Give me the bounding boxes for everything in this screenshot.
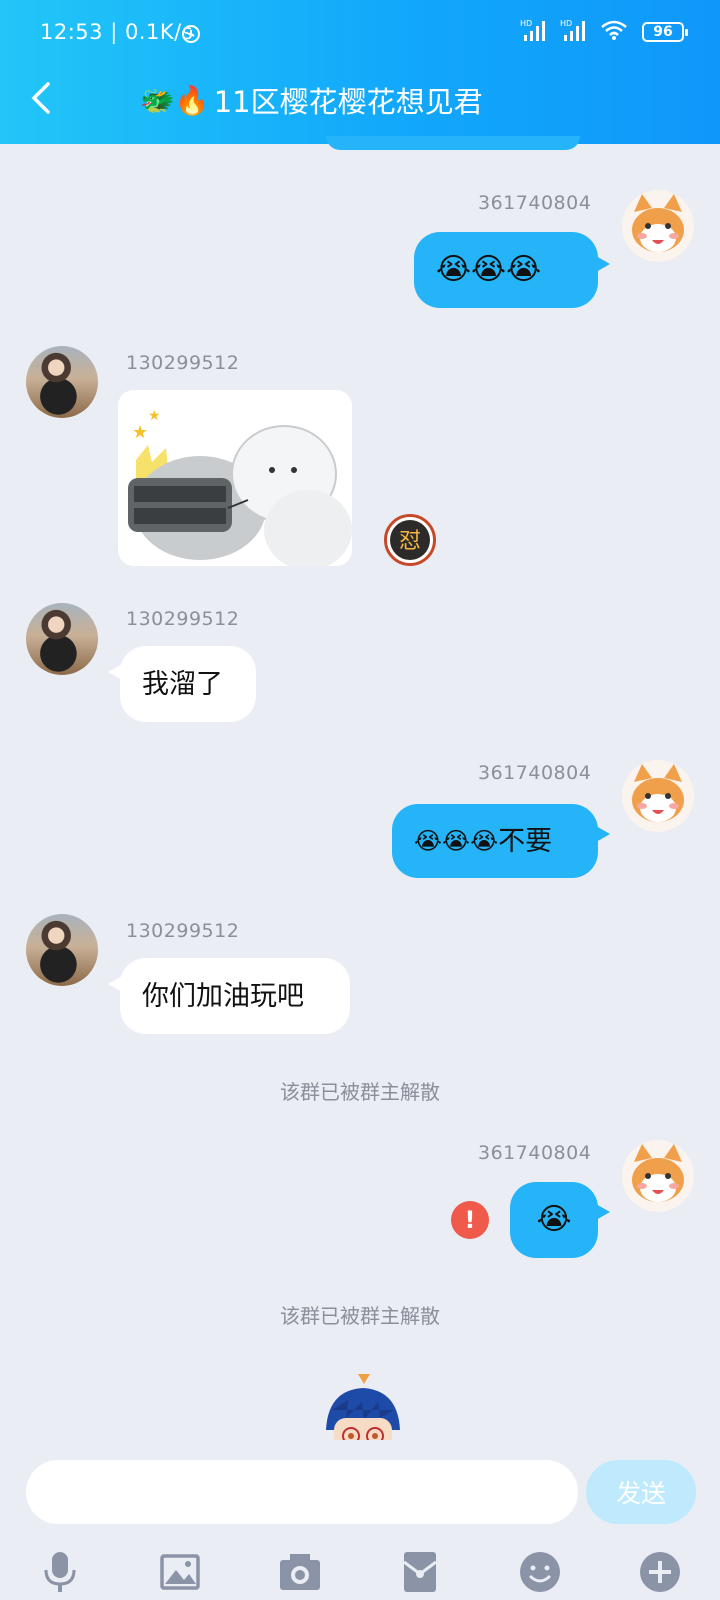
svg-text:★: ★ [148, 408, 161, 424]
title-emoji: 🐲🔥 [140, 83, 210, 117]
emoji-button[interactable] [516, 1548, 564, 1596]
bubble-tail [596, 826, 610, 842]
status-bar: 12:53 | 0.1K/s HD HD 96 [0, 14, 720, 52]
partial-bubble [326, 136, 580, 150]
wifi-icon [601, 20, 627, 40]
input-area: 发送 [0, 1440, 720, 1600]
avatar[interactable] [26, 603, 98, 675]
more-button[interactable] [636, 1548, 684, 1596]
badge-text: 怼 [399, 529, 421, 554]
send-failed-icon[interactable]: ! [451, 1201, 489, 1239]
signal-icon: HD [520, 19, 545, 41]
svg-text:HD: HD [520, 19, 532, 28]
avatar[interactable] [26, 346, 98, 418]
camera-button[interactable] [276, 1548, 324, 1596]
microphone-icon [44, 1552, 76, 1592]
message-bubble[interactable]: 你们加油玩吧 [120, 958, 350, 1034]
reaction-badge-icon: 怼 [384, 514, 436, 566]
image-icon [160, 1554, 200, 1590]
avatar[interactable] [622, 1140, 694, 1212]
bubble-tail [596, 1204, 610, 1220]
input-toolbar [0, 1548, 720, 1600]
sender-id: 361740804 [478, 192, 592, 214]
red-packet-icon [403, 1552, 437, 1592]
message-emoji: 😭😭😭 [414, 827, 499, 855]
status-time: 12:53 | 0.1K/s [40, 20, 194, 44]
sender-id: 130299512 [126, 608, 240, 630]
group-name: 11区樱花樱花想见君 [213, 85, 483, 119]
shiba-avatar-icon [632, 194, 684, 252]
sender-id: 361740804 [478, 1142, 592, 1164]
battery-indicator: 96 [642, 22, 688, 42]
image-button[interactable] [156, 1548, 204, 1596]
message-text: 不要 [498, 825, 553, 857]
sender-id: 361740804 [478, 762, 592, 784]
message-bubble[interactable]: 😭 [510, 1182, 598, 1258]
bubble-tail [596, 256, 610, 272]
message-input[interactable] [26, 1460, 578, 1524]
avatar[interactable] [622, 760, 694, 832]
system-note: 该群已被群主解散 [280, 1080, 440, 1104]
voice-button[interactable] [36, 1548, 84, 1596]
sender-id: 130299512 [126, 920, 240, 942]
chat-header: 12:53 | 0.1K/s HD HD 96 🐲🔥 11区樱花樱花想见君 [0, 0, 720, 144]
chevron-left-icon [31, 82, 50, 114]
sticker-illustration: ★★ [118, 390, 352, 566]
send-button[interactable]: 发送 [586, 1460, 696, 1524]
message-text: 我溜了 [142, 668, 223, 700]
message-text: 😭 [536, 1202, 572, 1237]
alarm-icon [182, 25, 200, 43]
chat-title: 🐲🔥 11区樱花樱花想见君 [140, 78, 483, 122]
shiba-avatar-icon [632, 1144, 684, 1202]
svg-text:★: ★ [132, 422, 148, 443]
plus-icon [640, 1552, 680, 1592]
camera-icon [280, 1554, 320, 1590]
system-note: 该群已被群主解散 [280, 1304, 440, 1328]
back-button[interactable] [22, 74, 62, 122]
sender-id: 130299512 [126, 352, 240, 374]
message-bubble[interactable]: 我溜了 [120, 646, 256, 722]
message-bubble[interactable]: 😭😭😭 [414, 232, 598, 308]
message-text: 😭😭😭 [436, 252, 542, 287]
sticker-image[interactable]: ★ ★ [118, 390, 352, 566]
emoji-icon [520, 1552, 560, 1592]
message-text: 你们加油玩吧 [142, 980, 304, 1012]
signal-icon: HD [560, 19, 585, 41]
message-bubble[interactable]: 😭😭😭 不要 [392, 804, 598, 878]
red-packet-button[interactable] [396, 1548, 444, 1596]
svg-text:HD: HD [560, 19, 572, 28]
avatar[interactable] [622, 190, 694, 262]
shiba-avatar-icon [632, 764, 684, 822]
avatar[interactable] [26, 914, 98, 986]
status-icons: HD HD [520, 18, 628, 42]
